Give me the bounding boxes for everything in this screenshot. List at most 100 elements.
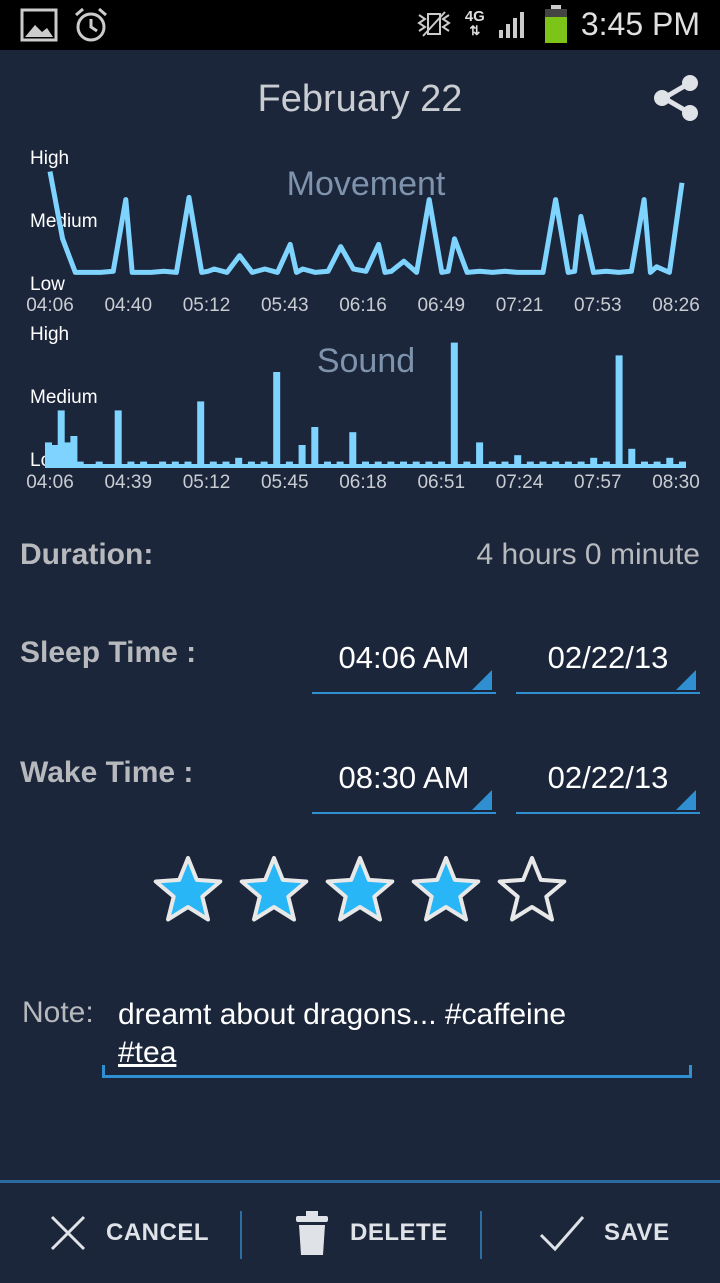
sound-bar bbox=[311, 427, 319, 468]
sound-bar bbox=[577, 461, 585, 468]
movement-chart-svg: Movement High Medium Low 04:06 04:40 05:12… bbox=[26, 148, 700, 316]
sound-bar bbox=[51, 445, 59, 468]
sound-bar bbox=[159, 461, 167, 468]
sound-bar bbox=[95, 461, 103, 468]
star-filled-icon[interactable] bbox=[408, 852, 484, 928]
sound-bar bbox=[235, 457, 243, 468]
sound-bar bbox=[590, 457, 598, 468]
x-tick-label: 05:43 bbox=[261, 295, 309, 316]
sound-bar bbox=[666, 457, 674, 468]
sound-bar bbox=[324, 461, 331, 468]
sound-chart-svg: Sound High Medium Low 04:0604:3905:1205:… bbox=[26, 324, 700, 493]
sound-bar bbox=[641, 461, 648, 468]
delete-button[interactable]: DELETE bbox=[292, 1183, 448, 1283]
y-label-high: High bbox=[30, 148, 69, 169]
network-type: 4G ⇅ bbox=[464, 8, 485, 38]
spinner-corner-icon bbox=[472, 670, 492, 690]
x-tick-label: 07:21 bbox=[496, 295, 544, 316]
sound-bar bbox=[400, 461, 407, 468]
sound-bar bbox=[57, 410, 65, 468]
sound-bar bbox=[349, 432, 357, 468]
signal-icon bbox=[498, 12, 524, 38]
delete-label: DELETE bbox=[350, 1219, 448, 1246]
alarm-clock-icon bbox=[75, 7, 107, 42]
sound-x-ticks: 04:06 04:39 05:12 05:45 06:18 06:51 07:24 07:57… bbox=[26, 472, 700, 493]
sound-bar bbox=[45, 442, 52, 468]
star-filled-icon[interactable] bbox=[322, 852, 398, 928]
sound-bar bbox=[552, 461, 560, 468]
sound-bar bbox=[298, 445, 306, 468]
sleep-time-value: 04:06 AM bbox=[338, 640, 470, 675]
sound-bar bbox=[260, 461, 268, 468]
battery-icon bbox=[544, 5, 567, 43]
x-tick-label: 07:57 bbox=[574, 472, 622, 493]
wake-date-spinner[interactable]: 02/22/13 bbox=[516, 748, 700, 814]
sound-bar bbox=[222, 461, 230, 468]
x-tick-label: 06:51 bbox=[417, 472, 465, 493]
sound-bar bbox=[336, 461, 344, 468]
sound-bar bbox=[64, 442, 71, 468]
sound-bar bbox=[450, 342, 458, 468]
save-label: SAVE bbox=[604, 1219, 670, 1246]
spinner-corner-icon bbox=[676, 670, 696, 690]
cancel-label: CANCEL bbox=[106, 1219, 209, 1246]
movement-x-ticks: 04:06 04:40 05:12 05:43 06:16 06:49 07:21 07:53… bbox=[26, 295, 700, 316]
sound-bar bbox=[184, 461, 192, 468]
spinner-corner-icon bbox=[676, 790, 696, 810]
sleep-date-spinner[interactable]: 02/22/13 bbox=[516, 628, 700, 694]
sound-bar bbox=[602, 461, 610, 468]
y-label-high: High bbox=[30, 324, 69, 345]
sound-bar bbox=[273, 372, 281, 468]
sound-bar bbox=[114, 410, 122, 468]
x-tick-label: 07:53 bbox=[574, 295, 622, 316]
sleep-time-label: Sleep Time : bbox=[20, 636, 197, 669]
y-label-low: Low bbox=[30, 274, 65, 295]
sleep-date-value: 02/22/13 bbox=[547, 640, 669, 675]
star-empty-icon[interactable] bbox=[494, 852, 570, 928]
image-icon bbox=[20, 8, 58, 42]
save-button[interactable]: SAVE bbox=[538, 1183, 670, 1283]
cancel-button[interactable]: CANCEL bbox=[48, 1183, 209, 1283]
x-tick-label: 04:06 bbox=[26, 295, 74, 316]
x-tick-label: 06:16 bbox=[339, 295, 387, 316]
sound-bar bbox=[564, 461, 572, 468]
wake-time-spinner[interactable]: 08:30 AM bbox=[312, 748, 496, 814]
sound-bar bbox=[488, 461, 496, 468]
note-input[interactable]: dreamt about dragons... #caffeine #tea bbox=[102, 994, 692, 1078]
wake-time-value: 08:30 AM bbox=[338, 760, 470, 795]
checkmark-icon bbox=[539, 1216, 585, 1252]
x-tick-label: 04:40 bbox=[104, 295, 152, 316]
sound-bar bbox=[425, 461, 433, 468]
duration-value: 4 hours 0 minute bbox=[476, 538, 700, 571]
sound-bar bbox=[140, 461, 148, 468]
x-tick-label: 08:26 bbox=[652, 295, 700, 316]
vibrate-off-icon bbox=[417, 11, 451, 37]
rating-bar[interactable] bbox=[150, 852, 570, 928]
divider bbox=[480, 1211, 482, 1259]
spinner-corner-icon bbox=[472, 790, 492, 810]
x-tick-label: 06:49 bbox=[417, 295, 465, 316]
note-tag: #tea bbox=[118, 1036, 177, 1069]
sound-bar bbox=[127, 461, 135, 468]
sound-bar bbox=[653, 461, 661, 468]
sound-bar bbox=[412, 461, 420, 468]
sound-bar bbox=[501, 461, 509, 468]
share-icon[interactable] bbox=[650, 72, 702, 124]
sound-bar bbox=[526, 461, 534, 468]
star-filled-icon[interactable] bbox=[150, 852, 226, 928]
sound-bar bbox=[374, 461, 382, 468]
sound-bar bbox=[514, 455, 522, 468]
x-tick-label: 04:39 bbox=[104, 472, 152, 493]
sound-bar bbox=[171, 461, 179, 468]
movement-chart: Movement High Medium Low 04:06 04:40 05:12… bbox=[0, 140, 720, 320]
status-clock: 3:45 PM bbox=[580, 5, 700, 42]
sound-bar bbox=[628, 448, 636, 468]
duration-label: Duration: bbox=[20, 538, 154, 571]
sound-bar bbox=[209, 461, 217, 468]
sleep-time-spinner[interactable]: 04:06 AM bbox=[312, 628, 496, 694]
wake-date-value: 02/22/13 bbox=[547, 760, 669, 795]
star-filled-icon[interactable] bbox=[236, 852, 312, 928]
x-tick-label: 08:30 bbox=[652, 472, 700, 493]
y-label-medium: Medium bbox=[30, 211, 98, 232]
sound-bar bbox=[197, 401, 205, 468]
